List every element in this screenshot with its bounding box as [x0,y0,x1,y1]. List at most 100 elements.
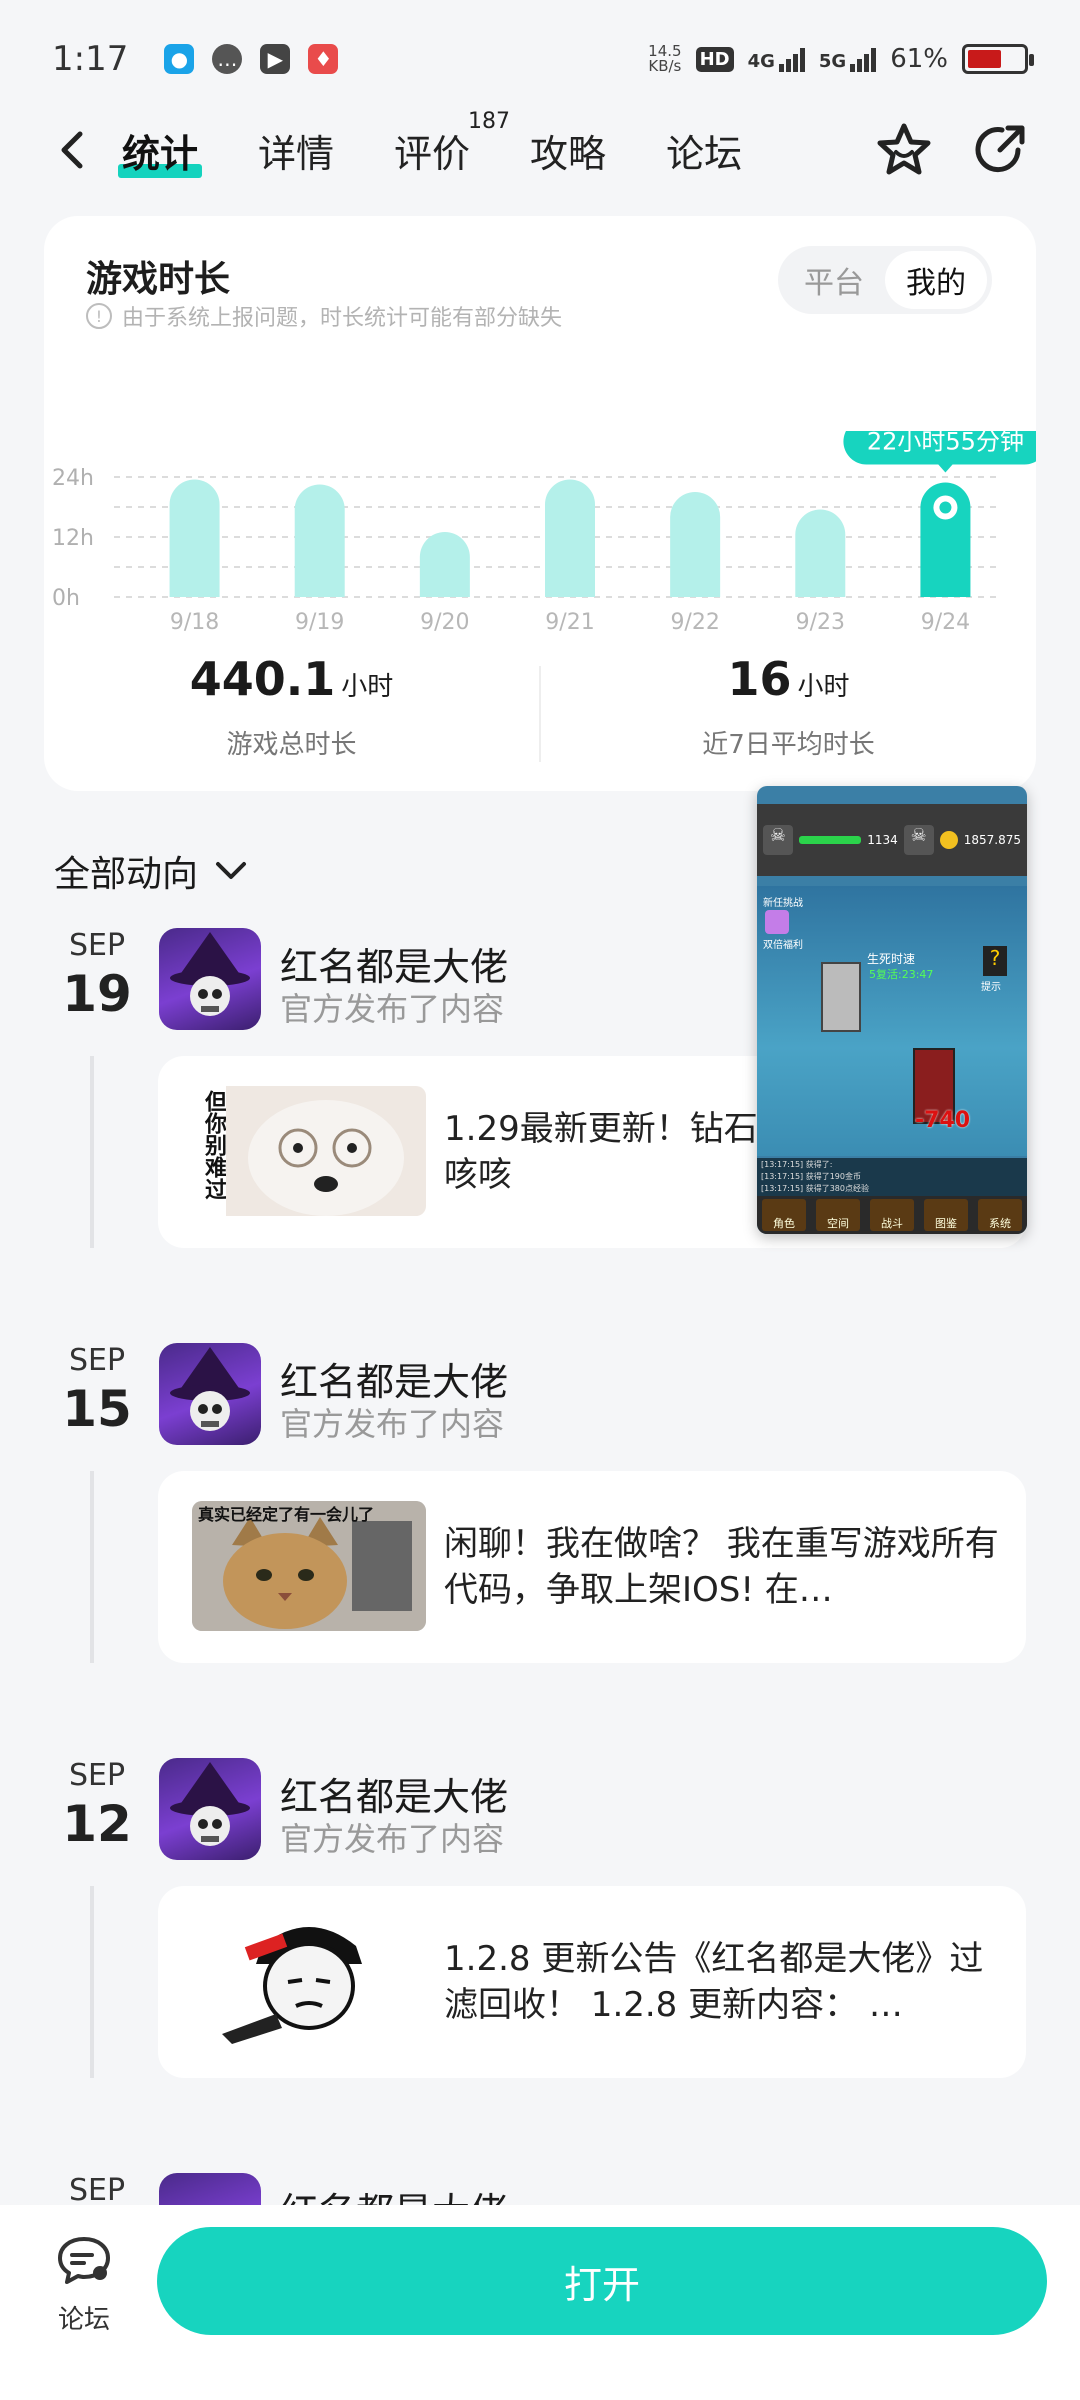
info-icon: ! [86,303,112,329]
game-scene [757,886,1027,1156]
game-left-tag-2: 双倍福利 [763,940,803,951]
entry-date: SEP 15 [62,1343,132,1438]
chart-bar [294,484,345,597]
activity-filter-label: 全部动向 [54,854,199,895]
game-log: [13:17:15] 获得了: [13:17:15] 获得了190金币 [13:17… [757,1158,1027,1196]
x-tick-label: 9/22 [670,610,719,635]
timeline-line [90,1886,94,2078]
y-tick-label: 0h [52,586,80,611]
tab-bar: 统计 详情 评价 187 攻略 论坛 [117,109,802,190]
message-notification-icon: … [212,44,243,74]
chart-bar [670,492,721,597]
tab-guides[interactable]: 攻略 [530,123,606,178]
chart-bar [795,509,846,597]
y-tick-label: 12h [52,526,94,551]
game-menu-codex[interactable]: 图鉴 [924,1199,968,1231]
average-playtime-value: 16 [727,652,792,706]
activity-filter[interactable]: 全部动向 [54,845,248,897]
x-tick-label: 9/18 [170,610,219,635]
feed-entry: SEP 12 红名都是大佬 官方发布了内容 1.2.8 更新公告《红名都是大佬》过… [0,1758,1080,2158]
gift-box-icon [765,910,789,934]
author-action: 官方发布了内容 [280,990,505,1028]
author-name[interactable]: 红名都是大佬 [280,1766,508,1821]
favorite-star-icon[interactable] [874,120,934,180]
post-card[interactable]: 1.2.8 更新公告《红名都是大佬》过滤回收！ 1.2.8 更新内容： … [158,1886,1026,2078]
author-avatar[interactable] [159,1758,261,1860]
game-hp-value: 1134 [867,833,898,847]
4g-signal: 4G [748,46,805,72]
author-name[interactable]: 红名都是大佬 [280,1351,508,1406]
total-playtime-value: 440.1 [189,652,336,706]
bar-tooltip-text: 22小时55分钟 [867,431,1024,456]
x-tick-label: 9/23 [796,610,845,635]
battery-icon [962,44,1034,74]
enemy-card [821,962,861,1032]
author-action: 官方发布了内容 [280,1405,505,1443]
x-tick-label: 9/24 [921,610,970,635]
forum-button[interactable]: 论坛 [52,2235,116,2336]
thumbnail-caption: 真实已经定了有一会儿了 [198,1505,375,1524]
post-thumbnail: 真实已经定了有一会儿了 [192,1501,426,1631]
qq-notification-icon: ● [164,44,195,74]
post-card[interactable]: 真实已经定了有一会儿了 闲聊！我在做啥？ 我在重写游戏所有代码，争取上架IOS!… [158,1471,1026,1663]
toggle-platform[interactable]: 平台 [783,251,885,309]
game-left-tag-1: 新任挑战 [763,898,803,909]
tab-stats[interactable]: 统计 [117,123,203,178]
game-menu-role[interactable]: 角色 [762,1199,806,1231]
5g-signal: 5G [819,46,877,72]
forum-chat-icon [58,2237,110,2284]
game-right-tag: 提示 [981,982,1001,993]
game-menu-battle[interactable]: 战斗 [870,1199,914,1231]
open-game-button[interactable]: 打开 [157,2227,1047,2335]
open-game-label: 打开 [563,2262,640,2307]
total-playtime-label: 游戏总时长 [226,730,357,760]
floating-game-window[interactable]: ☠ 1134 ☠ 1857.875 新任挑战 双倍福利 生死时速 5复活:23:… [757,786,1027,1234]
chart-bar [169,479,220,597]
dog-image [226,1086,426,1216]
back-arrow-icon[interactable] [56,130,88,170]
bar-tooltip-arrow [937,463,954,473]
game-gold-value: 1857.875 [963,833,1021,847]
post-text: 1.2.8 更新公告《红名都是大佬》过滤回收！ 1.2.8 更新内容： … [444,1939,984,2025]
hint-icon: ? [983,946,1007,976]
toggle-mine[interactable]: 我的 [885,251,987,309]
entry-date: SEP 19 [62,928,132,1023]
game-boss-label: 生死时速 [867,952,916,966]
status-bar: 1:17 ● … ▶ ♦ 14.5 KB/s HD 4G 5G 61% [0,0,1080,118]
app-notification-icon: ▶ [260,44,291,74]
x-tick-label: 9/20 [420,610,469,635]
author-name[interactable]: 红名都是大佬 [280,936,508,991]
tab-reviews[interactable]: 评价 187 [394,109,510,178]
post-thumbnail [192,1916,426,2046]
author-action: 官方发布了内容 [280,1820,505,1858]
author-avatar[interactable] [159,1343,261,1445]
status-time: 1:17 [52,39,129,79]
x-tick-label: 9/21 [545,610,594,635]
game-bottom-menu: 角色 空间 战斗 图鉴 系统 [757,1196,1027,1234]
playtime-stats: 440.1 小时 游戏总时长 16 小时 近7日平均时长 [44,652,1036,772]
thumbnail-caption: 但你别难过 [201,1090,226,1200]
playtime-chart: 24h 12h 0h 9/18 9/19 9/20 9/21 9/22 9/23 9/24 22小时… [52,431,1036,635]
total-playtime: 440.1 小时 游戏总时长 [44,652,539,772]
meme-face-image [192,1916,426,2046]
chevron-down-icon [216,862,247,879]
game-menu-space[interactable]: 空间 [816,1199,860,1231]
tab-details[interactable]: 详情 [258,123,334,178]
playtime-title: 游戏时长 [86,259,231,300]
playtime-card: 游戏时长 ! 由于系统上报问题，时长统计可能有部分缺失 平台 我的 24h 12h 0… [44,216,1036,791]
tab-forum[interactable]: 论坛 [666,123,742,178]
app2-notification-icon: ♦ [308,44,339,74]
signal-bars-icon [778,46,805,72]
share-icon[interactable] [970,120,1030,180]
game-timer: 5复活:23:47 [869,968,934,981]
review-count-badge: 187 [468,108,511,134]
bottom-action-bar: 论坛 打开 [0,2205,1080,2400]
damage-number: -740 [915,1108,971,1133]
entry-date: SEP 12 [62,1758,132,1853]
chart-bar [419,532,470,597]
timeline-line [90,1471,94,1663]
game-menu-system[interactable]: 系统 [978,1199,1022,1231]
total-playtime-unit: 小时 [341,672,394,702]
author-avatar[interactable] [159,928,261,1030]
post-thumbnail: 但你别难过 [192,1086,426,1216]
